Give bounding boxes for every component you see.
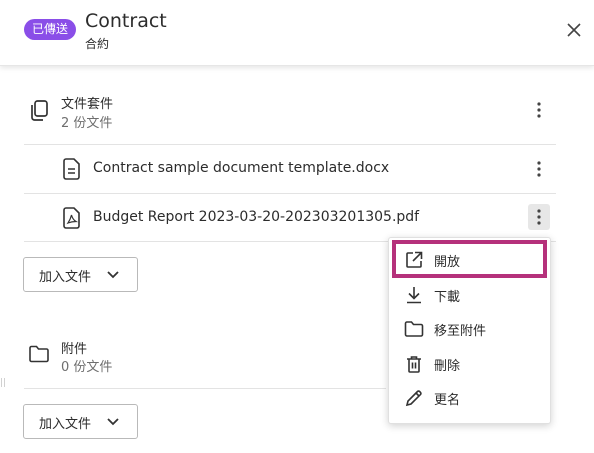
add-attachment-label: 加入文件 — [39, 417, 92, 432]
page-title: Contract — [85, 10, 167, 32]
file-more-button[interactable] — [528, 204, 550, 230]
trash-icon — [407, 356, 421, 373]
menu-item-label: 更名 — [434, 393, 461, 408]
add-document-label: 加入文件 — [39, 270, 92, 285]
more-vertical-icon — [537, 209, 541, 225]
documents-count: 2 份文件 — [61, 116, 113, 131]
menu-item-open[interactable]: 開放 — [389, 243, 550, 277]
documents-title: 文件套件 — [61, 97, 114, 112]
attachments-count: 0 份文件 — [61, 360, 113, 375]
document-icon — [63, 158, 80, 180]
copy-icon — [31, 100, 48, 121]
download-icon — [407, 287, 421, 304]
menu-item-rename[interactable]: 更名 — [389, 381, 550, 415]
add-attachment-button[interactable]: 加入文件 — [23, 404, 138, 439]
attachments-title: 附件 — [61, 342, 88, 357]
resize-handle[interactable]: || — [0, 378, 6, 388]
add-document-button[interactable]: 加入文件 — [23, 257, 138, 292]
menu-item-label: 刪除 — [434, 359, 461, 374]
more-vertical-icon — [537, 102, 541, 118]
status-badge: 已傳送 — [24, 19, 77, 40]
file-name: Contract sample document template.docx — [93, 160, 390, 176]
menu-item-label: 下載 — [434, 290, 461, 305]
divider — [24, 388, 386, 389]
file-name: Budget Report 2023-03-20-202303201305.pd… — [93, 209, 420, 225]
documents-more-button[interactable] — [528, 97, 550, 123]
folder-icon — [29, 345, 49, 363]
menu-item-delete[interactable]: 刪除 — [389, 347, 550, 381]
menu-item-download[interactable]: 下載 — [389, 278, 550, 312]
page-subtitle: 合約 — [85, 37, 110, 51]
open-external-icon — [406, 251, 423, 268]
pdf-icon — [63, 207, 80, 229]
divider — [24, 193, 556, 194]
context-menu: 開放 下載 移至附件 刪除 更名 — [388, 237, 551, 424]
divider — [24, 144, 556, 145]
menu-item-label: 移至附件 — [434, 324, 487, 339]
menu-item-move-to-attachments[interactable]: 移至附件 — [389, 312, 550, 346]
chevron-down-icon — [107, 418, 119, 426]
more-vertical-icon — [537, 161, 541, 177]
close-button[interactable] — [562, 18, 586, 42]
dialog-header: 已傳送 Contract 合約 — [0, 0, 594, 66]
file-more-button[interactable] — [528, 156, 550, 182]
close-icon — [567, 23, 581, 37]
menu-item-label: 開放 — [434, 255, 461, 270]
chevron-down-icon — [107, 271, 119, 279]
pencil-icon — [405, 390, 422, 407]
folder-icon — [404, 321, 424, 337]
